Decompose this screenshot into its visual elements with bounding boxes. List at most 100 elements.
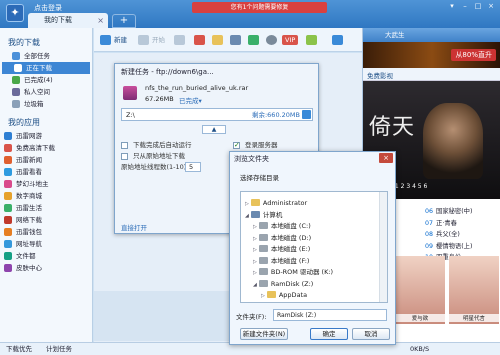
list-item[interactable]: 07 正·青春 <box>425 218 500 230</box>
tab-my-downloads[interactable]: 我的下载 × <box>28 13 108 28</box>
tree-node[interactable]: ▷ 本地磁盘 (E:) <box>253 244 310 255</box>
sidebar-item[interactable]: 皮肤中心 <box>0 262 92 274</box>
sidebar-item[interactable]: 全部任务 <box>0 50 92 62</box>
sidebar-item[interactable]: 网络下载 <box>0 214 92 226</box>
thumbnail[interactable]: 明星代言 <box>449 256 499 324</box>
settings-button[interactable] <box>266 32 280 48</box>
expand-arrow-icon[interactable]: ◢ <box>253 282 257 288</box>
sidebar-item-label: 皮肤中心 <box>16 264 42 272</box>
checkbox-box[interactable] <box>121 142 128 149</box>
sidebar-item[interactable]: 梦幻斗地主 <box>0 178 92 190</box>
expand-arrow-icon[interactable]: ▷ <box>253 236 257 242</box>
expand-arrow-icon[interactable]: ▷ <box>253 224 257 230</box>
ok-button[interactable]: 确定 <box>310 328 348 340</box>
sidebar-item[interactable]: 迅雷钱包 <box>0 226 92 238</box>
sidebar-item-icon <box>4 144 12 152</box>
cancel-button[interactable]: 取消 <box>352 328 390 340</box>
gear-icon <box>266 35 277 45</box>
expand-arrow-icon[interactable]: ▷ <box>261 293 265 299</box>
delete-button[interactable] <box>194 32 208 48</box>
tree-node[interactable]: ▷ 本地磁盘 (C:) <box>253 221 311 232</box>
start-button[interactable]: 开始 <box>138 32 165 48</box>
tab-free-movies[interactable]: 免费影视 <box>367 70 393 80</box>
sidebar-item[interactable]: 迅雷网游 <box>0 130 92 142</box>
login-server-checkbox[interactable]: 登录服务器 <box>233 141 278 150</box>
promo-banner[interactable]: 从80%直升 <box>363 42 500 68</box>
expand-arrow-icon[interactable]: ▷ <box>253 259 257 265</box>
close-icon[interactable]: × <box>486 2 496 11</box>
list-item[interactable]: 09 樱情物语(上) <box>425 241 500 253</box>
folder-button[interactable] <box>212 32 226 48</box>
expand-arrow-icon[interactable]: ▷ <box>253 247 257 253</box>
tree-node[interactable]: ▷ 本地磁盘 (D:) <box>253 233 311 244</box>
speed-button[interactable] <box>306 32 320 48</box>
open-directly-link[interactable]: 直接打开 <box>121 222 147 232</box>
play-icon <box>138 35 149 45</box>
sidebar-item[interactable]: 私人空间 <box>0 86 92 98</box>
sidebar-item[interactable]: 网址导航 <box>0 238 92 250</box>
tree-node[interactable]: ▷ BD-ROM 驱动器 (K:) <box>253 267 333 278</box>
maximize-icon[interactable]: □ <box>473 2 483 11</box>
new-task-button[interactable]: 新建 <box>100 32 127 48</box>
sidebar-item[interactable]: 迅雷看看 <box>0 166 92 178</box>
sidebar-item[interactable]: 垃圾箱 <box>0 98 92 110</box>
collapse-options-button[interactable]: ▲ <box>202 125 226 134</box>
file-status[interactable]: 已完成▾ <box>179 95 202 105</box>
list-item-rank: 06 <box>425 208 434 215</box>
close-icon[interactable]: × <box>379 153 393 163</box>
expand-arrow-icon[interactable]: ▷ <box>245 201 249 207</box>
sidebar-item-label: 网络下载 <box>16 216 42 224</box>
save-path-value: Z:\ <box>126 111 135 119</box>
sidebar-item-icon <box>12 76 20 84</box>
thunder-logo-icon[interactable]: ✦ <box>6 4 24 22</box>
folder-input[interactable]: RamDisk (Z:) <box>273 309 387 321</box>
sidebar-item[interactable]: 迅雷生活 <box>0 202 92 214</box>
sidebar-item[interactable]: 文件都 <box>0 250 92 262</box>
search-bar[interactable]: 大武生 <box>363 28 500 42</box>
login-link[interactable]: 点击登录 <box>34 3 62 13</box>
scrollbar[interactable] <box>379 192 387 302</box>
expand-arrow-icon[interactable]: ◢ <box>245 213 249 219</box>
problem-notice[interactable]: 您有1个问题需要修复 <box>192 2 327 13</box>
tree-node[interactable]: ▷ AppData <box>261 290 307 301</box>
auto-run-checkbox[interactable]: 下载完成后自动运行 <box>121 141 192 150</box>
origin-only-checkbox[interactable]: 只从原始地址下载 <box>121 152 185 161</box>
sidebar-item[interactable]: 数字商城 <box>0 190 92 202</box>
drive-icon <box>258 233 268 241</box>
sidebar-item[interactable]: 已完成(4) <box>0 74 92 86</box>
new-folder-button[interactable]: 新建文件夹(N) <box>240 328 288 340</box>
browse-folder-icon[interactable] <box>302 110 311 119</box>
search-input[interactable]: 大武生 <box>385 31 405 39</box>
tree-node[interactable]: ▷ 本地磁盘 (F:) <box>253 256 309 267</box>
tree-node[interactable]: ◢ 计算机 <box>245 210 282 221</box>
threads-input[interactable]: 5 <box>185 162 201 172</box>
thumbnail[interactable]: 爱与欲 <box>395 256 445 324</box>
expand-arrow-icon[interactable]: ▷ <box>253 270 257 276</box>
list-button[interactable] <box>230 32 244 48</box>
scheduled-tasks[interactable]: 计划任务 <box>46 343 72 355</box>
minimize-icon[interactable]: – <box>460 2 470 11</box>
pause-button[interactable] <box>174 32 188 48</box>
refresh-button[interactable] <box>248 32 262 48</box>
checkbox-box[interactable] <box>121 153 128 160</box>
checkbox-box[interactable] <box>233 141 240 150</box>
sidebar-item[interactable]: 迅雷新闻 <box>0 154 92 166</box>
download-priority[interactable]: 下载优先 <box>6 343 32 355</box>
list-item-rank: 09 <box>425 242 434 250</box>
sidebar-item[interactable]: 免费高清下载 <box>0 142 92 154</box>
tree-node[interactable]: ▷ Administrator <box>245 198 307 209</box>
tab-close-icon[interactable]: × <box>97 13 104 28</box>
menu-icon[interactable]: ▾ <box>447 2 457 11</box>
tree-node-label: 本地磁盘 (F:) <box>270 256 310 265</box>
list-item[interactable]: 08 兵父(全) <box>425 229 500 241</box>
vip-button[interactable]: VIP <box>282 32 299 48</box>
sidebar-item[interactable]: 正在下载 <box>2 62 90 74</box>
new-tab-button[interactable]: + <box>112 14 136 28</box>
tree-node-label: AppData <box>278 291 308 299</box>
save-path-field[interactable]: Z:\ 剩余:660.20MB <box>121 108 313 121</box>
list-icon <box>230 35 241 45</box>
skin-button[interactable] <box>332 32 346 48</box>
window-controls: ▾ – □ × <box>447 2 496 11</box>
list-item[interactable]: 06 国家秘密(中) <box>425 206 500 218</box>
tree-node[interactable]: ◢ RamDisk (Z:) <box>253 279 313 290</box>
